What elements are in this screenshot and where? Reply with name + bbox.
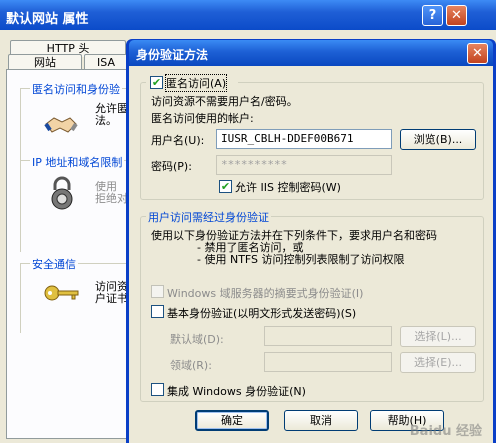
key-icon [44, 284, 80, 302]
default-domain-label: 默认域(D): [170, 333, 224, 346]
basic-auth-label[interactable]: 基本身份验证(以明文形式发送密码)(S) [167, 305, 356, 321]
iis-password-label[interactable]: 允许 IIS 控制密码(W) [235, 179, 341, 195]
realm-label: 领域(R): [170, 359, 212, 372]
dialog-close-button[interactable]: ✕ [467, 43, 488, 64]
anonymous-access-text-2: 法。 [95, 114, 117, 127]
authenticated-access-group-label: 用户访问需经过身份验证 [146, 209, 271, 225]
password-label: 密码(P): [151, 160, 192, 173]
padlock-icon [48, 176, 76, 210]
iis-password-checkbox[interactable]: ✔ [219, 180, 232, 193]
help-title-button[interactable]: ? [422, 5, 443, 26]
anonymous-access-checkbox[interactable]: ✔ [150, 76, 163, 89]
digest-auth-checkbox[interactable] [151, 285, 164, 298]
ok-button[interactable]: 确定 [195, 410, 269, 431]
close-title-button[interactable]: ✕ [446, 5, 467, 26]
anonymous-access-section-label: 匿名访问和身份验 [30, 81, 122, 97]
username-input[interactable]: IUSR_CBLH-DDEF00B671 [216, 129, 392, 149]
default-domain-input[interactable] [264, 326, 392, 346]
anonymous-account-caption: 匿名访问使用的帐户: [151, 112, 254, 125]
watermark: Baidu 经验 [409, 424, 482, 439]
browse-button[interactable]: 浏览(B)... [400, 129, 476, 150]
dialog-title: 身份验证方法 [136, 48, 209, 62]
anonymous-access-description: 访问资源不需要用户名/密码。 [151, 95, 298, 108]
secure-communications-text-2: 户证书 [95, 292, 128, 305]
ip-restriction-section [20, 160, 132, 252]
password-input[interactable]: ********** [216, 155, 392, 175]
ip-restriction-section-label: IP 地址和域名限制 [30, 154, 125, 170]
username-label: 用户名(U): [151, 134, 205, 147]
realm-input[interactable] [264, 352, 392, 372]
select-domain-button[interactable]: 选择(L)... [400, 326, 476, 347]
authenticated-description-3: - 使用 NTFS 访问控制列表限制了访问权限 [197, 253, 405, 266]
background-window-title: 默认网站 属性 [6, 12, 89, 27]
integrated-windows-auth-label[interactable]: 集成 Windows 身份验证(N) [167, 383, 306, 399]
digest-auth-label[interactable]: Windows 域服务器的摘要式身份验证(I) [167, 285, 363, 301]
basic-auth-checkbox[interactable] [151, 305, 164, 318]
anonymous-access-label[interactable]: 匿名访问(A) [164, 74, 228, 92]
secure-communications-section-label: 安全通信 [30, 256, 78, 272]
ip-restriction-text-2: 拒绝对 [95, 192, 128, 205]
select-realm-button[interactable]: 选择(E)... [400, 352, 476, 373]
integrated-windows-auth-checkbox[interactable] [151, 383, 164, 396]
handshake-icon [44, 110, 78, 138]
cancel-button[interactable]: 取消 [284, 410, 358, 431]
